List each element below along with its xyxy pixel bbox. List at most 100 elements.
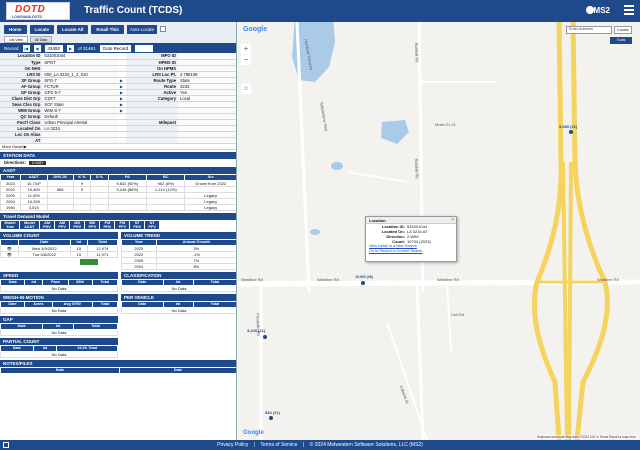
- table-row[interactable]: 2004 8%: [121, 262, 236, 270]
- no-data-text: No Data: [0, 350, 118, 358]
- locate-all-button[interactable]: Locate All: [57, 24, 89, 34]
- volume-trend-header: VOLUME TREND: [121, 231, 236, 239]
- station-data-header: STATION DATA: [0, 151, 236, 159]
- calendar-icon[interactable]: [3, 442, 9, 448]
- footer-separator: |: [253, 442, 255, 448]
- pond: [310, 229, 320, 235]
- goto-record-link[interactable]: Go to Record in Current Search: [366, 249, 456, 254]
- column-header: AM PPV: [54, 219, 71, 230]
- address-input[interactable]: Enter Address: [566, 26, 612, 34]
- tab-list-view[interactable]: List View: [4, 36, 28, 43]
- tools-button[interactable]: Tools: [610, 37, 632, 44]
- record-label: Record: [4, 45, 19, 51]
- table-header-row: Model Year Model AADT AM PHV AM PPV MD PHV MD…: [0, 219, 160, 230]
- column-header: NT PHV: [129, 219, 146, 230]
- prev-record-icon[interactable]: ◀: [33, 44, 41, 52]
- privacy-policy-link[interactable]: Privacy Policy: [217, 442, 248, 448]
- table-cell: 3,015: [19, 203, 48, 211]
- table-cell: [46, 203, 74, 211]
- hamburger-menu-icon[interactable]: [624, 5, 634, 15]
- count-label[interactable]: 3,245 (21): [247, 328, 265, 333]
- spacer: [117, 137, 127, 144]
- tab-all-data[interactable]: All Data: [29, 36, 53, 43]
- auto-locate-checkbox[interactable]: [160, 26, 167, 32]
- pegman-icon[interactable]: ☺: [241, 84, 251, 94]
- location-popup: Location × Location ID: 531001044 Located…: [365, 216, 457, 262]
- view-icon[interactable]: 👁: [0, 250, 19, 258]
- road-label: Randall Rd: [414, 42, 420, 63]
- chart-icon[interactable]: [80, 258, 98, 265]
- record-total: of 31461: [78, 45, 96, 51]
- info-value: [42, 137, 118, 144]
- count-label[interactable]: 544 (21): [265, 410, 280, 415]
- home-button[interactable]: Home: [4, 24, 27, 34]
- terms-of-service-link[interactable]: Terms of Service: [260, 442, 297, 448]
- per-vehicle-header: PER VEHICLE: [121, 293, 236, 301]
- column-header: Date: [118, 366, 236, 374]
- count-label[interactable]: 19,000 (26): [355, 275, 373, 279]
- no-data-text: No Data: [0, 328, 118, 336]
- table-cell: 2004: [121, 262, 157, 270]
- volume-trend-table: Year Annual Growth 2023 3% 2022 -1% 2005 7% 2004…: [121, 238, 236, 270]
- app-header: DOTD LOUISIANA DOTD Traffic Count (TCDS)…: [0, 0, 640, 22]
- travel-demand-table: Model Year Model AADT AM PHV AM PPV MD PHV MD…: [0, 219, 160, 230]
- road-lower-3: [446, 283, 452, 353]
- table-row: No Data: [121, 306, 236, 314]
- toolbar: Home Locate Locate All Email This Auto-L…: [0, 22, 236, 36]
- email-this-button[interactable]: Email This: [91, 24, 124, 34]
- first-record-icon[interactable]: |◀: [22, 44, 30, 52]
- table-header-row: Note Date: [0, 366, 236, 374]
- locate-button[interactable]: Locate: [29, 24, 55, 34]
- popup-title: Location: [366, 217, 456, 224]
- next-record-icon[interactable]: ▶: [67, 44, 75, 52]
- road-label: Wardline Rd: [317, 277, 339, 282]
- count-marker: [569, 130, 573, 134]
- map-view[interactable]: Google + − ☺ Enter Address Locate Tools …: [237, 22, 640, 440]
- column-header: AM PHV: [38, 219, 56, 230]
- info-row: AT: [0, 137, 236, 144]
- column-header: MD PPV: [84, 219, 101, 230]
- interstate-i15-west: [531, 22, 564, 440]
- table-cell: [72, 203, 92, 211]
- speed-header: SPEED: [0, 271, 118, 279]
- location-info-table: Location ID 531001044 MPO ID Type SPOT HPMS I…: [0, 53, 236, 144]
- close-icon[interactable]: ×: [451, 217, 454, 223]
- table-cell: 11,971: [86, 250, 119, 258]
- speed-table: Date Int Pace 85th Total No Data: [0, 278, 118, 292]
- info-label: [126, 137, 179, 144]
- goto-record-input[interactable]: [135, 44, 154, 52]
- address-locate-button[interactable]: Locate: [614, 26, 632, 34]
- google-footer-logo: Google: [243, 430, 264, 436]
- count-label[interactable]: 3,289 (21): [559, 124, 577, 129]
- directions-value[interactable]: 2-WAY: [28, 160, 47, 165]
- lake: [381, 120, 409, 144]
- aadt-table: Year AADT DHV-30 K % D % PA BC Src 2023 10,734³ 9 9…: [0, 173, 236, 211]
- road-label: Cell Rd: [451, 312, 465, 317]
- table-row[interactable]: 👁 Tue 3/8/2022 15 11,971: [0, 250, 119, 258]
- table-cell: 15: [69, 250, 88, 258]
- column-header: Note: [0, 366, 120, 374]
- table-cell: Tue 3/8/2022: [17, 250, 71, 258]
- goto-record-button[interactable]: Goto Record: [99, 44, 132, 52]
- app-title: Traffic Count (TCDS): [84, 5, 183, 16]
- ms2-brand: MS2: [593, 6, 610, 15]
- current-record[interactable]: 43492: [44, 44, 64, 52]
- more-detail-link[interactable]: More Detail ▶: [0, 144, 236, 150]
- no-data-text: No Data: [121, 306, 236, 314]
- road-mid: [346, 171, 408, 183]
- footer-separator: |: [302, 442, 305, 448]
- table-row[interactable]: 1984 3,015 Legacy: [0, 203, 236, 211]
- directions-label: Directions:: [4, 160, 26, 165]
- zoom-out-button[interactable]: −: [241, 55, 251, 65]
- zoom-in-button[interactable]: +: [241, 44, 251, 54]
- road-label: Randall Rd: [414, 158, 420, 179]
- notes-table: Note Date: [0, 366, 236, 374]
- record-navigator: Record |◀ ◀ 43492 ▶ of 31461 Goto Record: [0, 43, 236, 53]
- column-header: NT PPV: [144, 219, 160, 230]
- pond: [331, 162, 343, 170]
- partial-count-header: PARTIAL COUNT: [0, 337, 118, 345]
- column-header: MD PHV: [69, 219, 86, 230]
- map-attribution[interactable]: Keyboard shortcuts Map data ©2024 100 m …: [534, 435, 638, 439]
- table-row[interactable]: 2023 10,734³ 9 9,832 (92%) 902 (8%) Grown fro…: [0, 179, 236, 187]
- dotd-logo[interactable]: DOTD LOUISIANA DOTD: [6, 2, 70, 20]
